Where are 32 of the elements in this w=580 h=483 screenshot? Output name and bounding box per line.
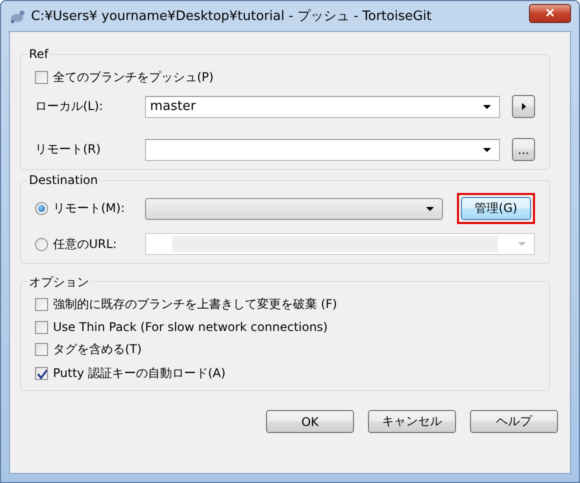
arrow-button[interactable] [512,95,535,118]
radio-button[interactable] [35,202,48,215]
dropdown-field[interactable]: master [145,96,500,118]
dropdown-field[interactable] [145,138,500,160]
checkbox[interactable] [35,298,48,311]
field-label: ローカル(L): [35,98,104,115]
checkbox-label: Putty 認証キーの自動ロード(A) [53,365,226,382]
browse-button[interactable]: ... [512,138,535,161]
manage-button[interactable]: 管理(G) [461,197,531,220]
dialog-button[interactable]: キャンセル [368,410,456,433]
checkbox[interactable] [35,320,48,334]
checkbox-label: 全てのブランチをプッシュ(P) [53,69,214,86]
checkbox-label: Use Thin Pack (For slow network connections) [53,320,328,334]
group-title: Ref [27,47,50,61]
close-button[interactable]: ✕ [529,4,571,22]
checkbox-label: 強制的に既存のブランチを上書きして変更を破棄 (F) [53,296,338,313]
field-label: リモート(R) [35,141,102,158]
checkbox-label: タグを含める(T) [53,341,142,358]
dialog-button[interactable]: OK [266,410,354,433]
expand-arrow-icon [520,102,526,110]
checkbox[interactable] [35,367,48,380]
checkbox[interactable] [35,343,48,356]
app-icon [9,8,25,24]
radio-button[interactable] [35,238,48,250]
group-title: Destination [27,173,100,187]
dialog-button[interactable]: ヘルプ [470,410,558,433]
window-title: C:¥Users¥ yourname¥Desktop¥tutorial - プッシュ - TortoiseGit [31,8,433,25]
dropdown-field[interactable] [145,233,535,255]
checkbox[interactable] [35,71,48,84]
dropdown-field[interactable] [145,198,443,220]
radio-label: 任意のURL: [53,236,117,252]
radio-label: リモート(M): [53,200,125,217]
